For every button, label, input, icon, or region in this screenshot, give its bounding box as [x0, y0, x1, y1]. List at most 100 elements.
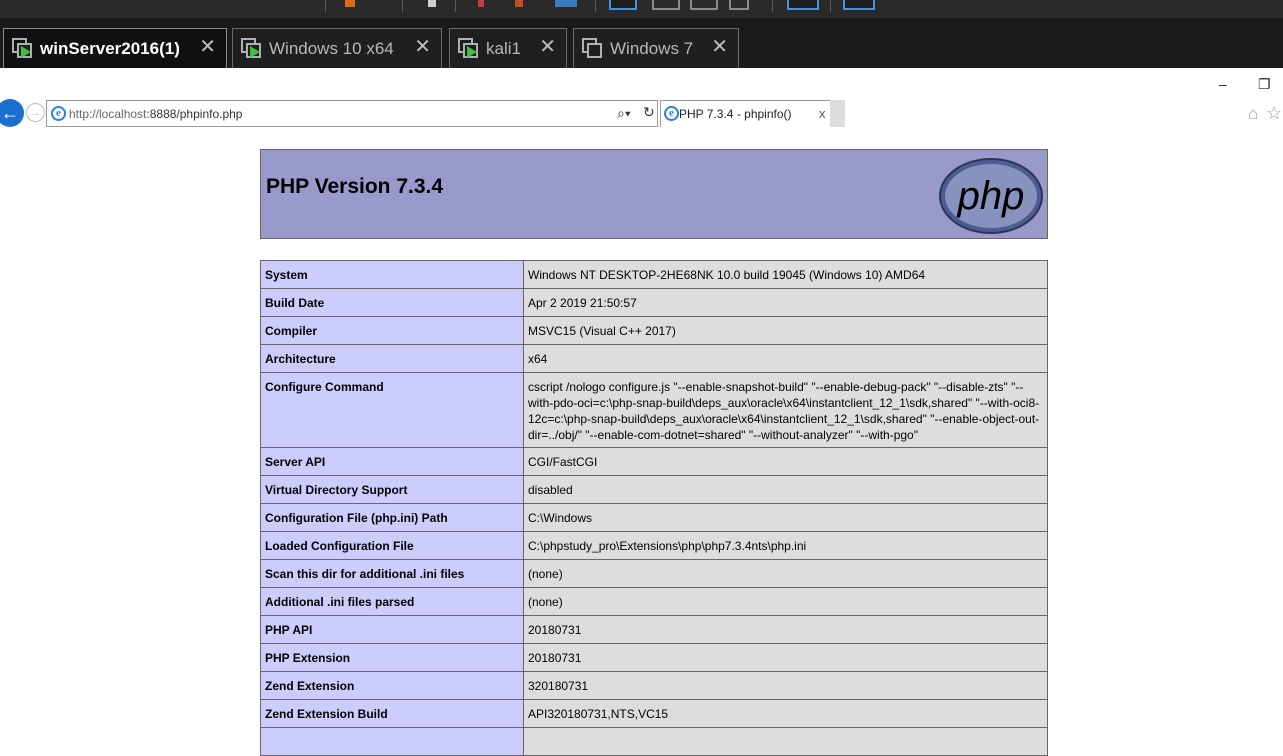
table-row: Configure Command cscript /nologo configu…	[260, 372, 1048, 448]
tab-close-button[interactable]: x	[819, 106, 826, 121]
address-bar[interactable]: e http://localhost:8888/phpinfo.php ⌕▾ ↻	[46, 100, 658, 127]
table-row: PHP API 20180731	[260, 615, 1048, 644]
fullscreen-icon[interactable]	[652, 0, 680, 10]
close-icon[interactable]: ✕	[414, 37, 431, 57]
close-icon[interactable]: ✕	[711, 37, 728, 57]
browser-tab-phpinfo[interactable]: e PHP 7.3.4 - phpinfo() x	[660, 100, 832, 127]
search-icon[interactable]: ⌕▾	[617, 105, 631, 122]
vm-tab-windows7[interactable]: Windows 7 ✕	[573, 28, 739, 68]
new-tab-button[interactable]	[830, 100, 845, 127]
vm-tab-label: Windows 10 x64	[269, 38, 394, 58]
unity-icon[interactable]	[690, 0, 718, 10]
restore-button[interactable]: ❐	[1258, 76, 1271, 93]
favorites-icon[interactable]: ☆	[1266, 103, 1282, 124]
row-value: C:\Windows	[523, 503, 1048, 532]
home-icon[interactable]: ⌂	[1248, 104, 1258, 124]
row-label: PHP Extension	[260, 643, 524, 672]
row-value: 20180731	[523, 643, 1048, 672]
vm-powered-off-icon	[582, 37, 604, 60]
row-label: Server API	[260, 447, 524, 476]
row-label: Virtual Directory Support	[260, 475, 524, 504]
table-row: Server API CGI/FastCGI	[260, 447, 1048, 476]
row-value: C:\phpstudy_pro\Extensions\php\php7.3.4n…	[523, 531, 1048, 560]
power-icon[interactable]	[345, 0, 355, 7]
row-label: Zend Extension Build	[260, 699, 524, 728]
url-host: http://localhost	[69, 107, 147, 121]
row-value: x64	[523, 344, 1048, 373]
row-label: PHP API	[260, 615, 524, 644]
php-info-table: System Windows NT DESKTOP-2HE68NK 10.0 bu…	[260, 260, 1048, 756]
toolbar-separator	[455, 0, 456, 12]
vm-tab-label: Windows 7	[610, 38, 694, 58]
table-row: Configuration File (php.ini) Path C:\Wind…	[260, 503, 1048, 532]
toolbar-separator	[772, 0, 773, 12]
row-label: Zend Extension	[260, 671, 524, 700]
vm-running-icon	[12, 37, 34, 60]
table-row	[260, 727, 1048, 756]
browser-tab-title: PHP 7.3.4 - phpinfo()	[679, 107, 792, 121]
row-value: Windows NT DESKTOP-2HE68NK 10.0 build 19…	[523, 260, 1048, 289]
thumbnail-view-icon[interactable]	[843, 0, 875, 10]
minimize-button[interactable]: –	[1219, 76, 1227, 92]
row-value: disabled	[523, 475, 1048, 504]
dropdown-icon[interactable]	[428, 0, 436, 7]
row-label: Scan this dir for additional .ini files	[260, 559, 524, 588]
table-row: Zend Extension 320180731	[260, 671, 1048, 700]
snapshot-manager-icon[interactable]	[555, 0, 577, 7]
revert-snapshot-icon[interactable]	[515, 0, 523, 7]
table-row: Compiler MSVC15 (Visual C++ 2017)	[260, 316, 1048, 345]
refresh-icon[interactable]: ↻	[643, 104, 655, 121]
row-value: CGI/FastCGI	[523, 447, 1048, 476]
vm-tab-windows10[interactable]: Windows 10 x64 ✕	[232, 28, 442, 68]
ie-page-icon: e	[51, 106, 66, 121]
vm-running-icon	[458, 37, 480, 60]
row-value: 20180731	[523, 615, 1048, 644]
back-button[interactable]: ←	[0, 99, 24, 127]
console-view-icon[interactable]	[609, 0, 637, 10]
close-icon[interactable]: ✕	[539, 37, 556, 57]
row-value: cscript /nologo configure.js "--enable-s…	[523, 372, 1048, 448]
table-row: Scan this dir for additional .ini files(…	[260, 559, 1048, 588]
row-label: Build Date	[260, 288, 524, 317]
row-value: (none)	[523, 559, 1048, 588]
row-value: Apr 2 2019 21:50:57	[523, 288, 1048, 317]
table-row: Virtual Directory Support disabled	[260, 475, 1048, 504]
row-label: Loaded Configuration File	[260, 531, 524, 560]
php-logo-text: php	[957, 174, 1025, 218]
library-view-icon[interactable]	[787, 0, 819, 10]
row-value: (none)	[523, 587, 1048, 616]
stretch-icon[interactable]	[729, 0, 749, 10]
snapshot-icon[interactable]	[478, 0, 484, 7]
table-row: Build Date Apr 2 2019 21:50:57	[260, 288, 1048, 317]
vm-running-icon	[241, 37, 263, 60]
arrow-right-icon: →	[30, 106, 41, 119]
forward-button[interactable]: →	[26, 103, 45, 122]
row-label: System	[260, 260, 524, 289]
toolbar-separator	[325, 0, 326, 12]
row-label: Additional .ini files parsed	[260, 587, 524, 616]
row-value: API320180731,NTS,VC15	[523, 699, 1048, 728]
toolbar-separator	[595, 0, 596, 12]
table-row: System Windows NT DESKTOP-2HE68NK 10.0 bu…	[260, 260, 1048, 289]
table-row: PHP Extension 20180731	[260, 643, 1048, 672]
php-logo: php	[939, 158, 1043, 234]
table-row: Zend Extension Build API320180731,NTS,VC1…	[260, 699, 1048, 728]
table-row: Architecture x64	[260, 344, 1048, 373]
vm-tab-label: winServer2016(1)	[40, 38, 180, 58]
page-title: PHP Version 7.3.4	[266, 175, 444, 198]
ie-page-icon: e	[664, 106, 679, 121]
row-label: Configuration File (php.ini) Path	[260, 503, 524, 532]
vm-tab-kali1[interactable]: kali1 ✕	[449, 28, 567, 68]
toolbar-separator	[830, 0, 831, 12]
close-icon[interactable]: ✕	[199, 37, 216, 57]
php-version-header: PHP Version 7.3.4 php	[260, 149, 1048, 239]
row-value: 320180731	[523, 671, 1048, 700]
table-row: Additional .ini files parsed (none)	[260, 587, 1048, 616]
row-label: Compiler	[260, 316, 524, 345]
vm-tab-winserver2016[interactable]: winServer2016(1) ✕	[3, 28, 227, 68]
vm-tab-label: kali1	[486, 38, 521, 58]
row-value: MSVC15 (Visual C++ 2017)	[523, 316, 1048, 345]
address-url[interactable]: http://localhost:8888/phpinfo.php	[69, 107, 242, 121]
table-row: Loaded Configuration File C:\phpstudy_pro…	[260, 531, 1048, 560]
vm-tab-bar: winServer2016(1) ✕ Windows 10 x64 ✕ kali…	[0, 18, 1283, 68]
